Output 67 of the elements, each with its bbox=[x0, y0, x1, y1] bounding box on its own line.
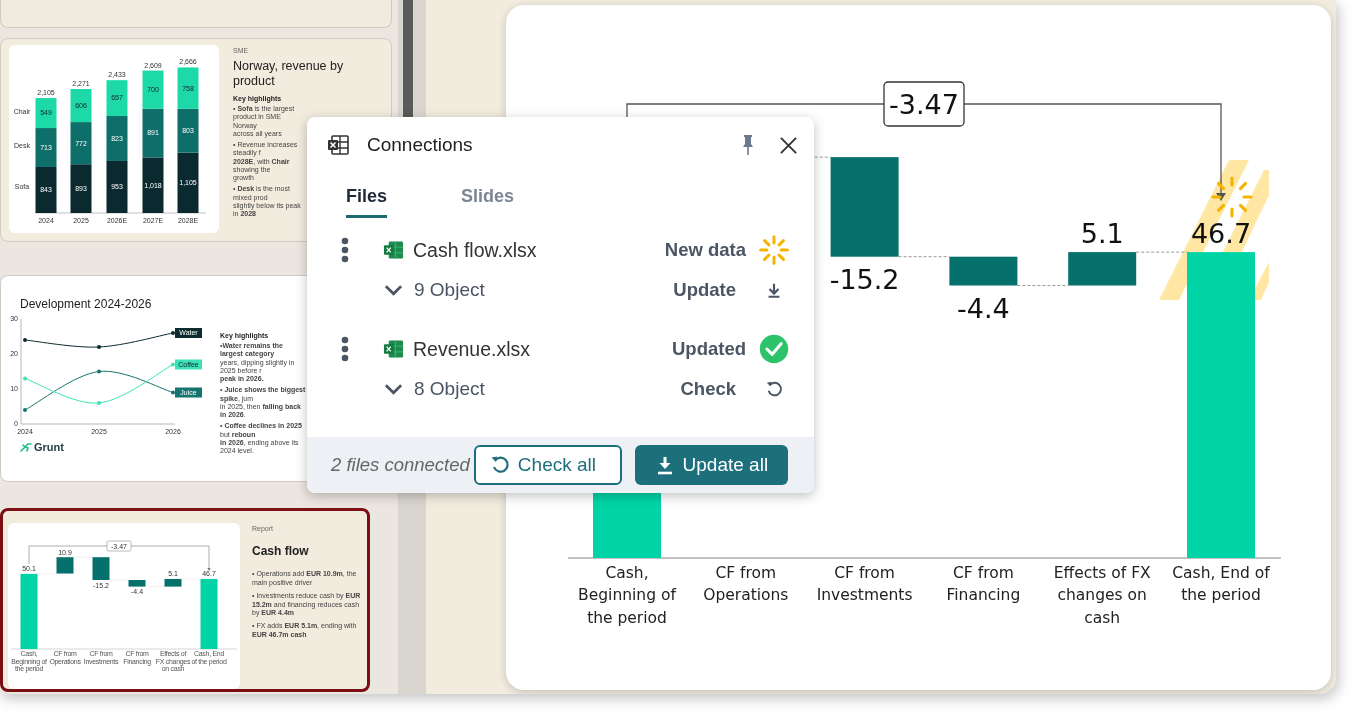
status-text: 2 files connected bbox=[331, 454, 470, 476]
spreadsheet-icon bbox=[383, 339, 404, 359]
data-point bbox=[23, 376, 27, 381]
data-point bbox=[171, 390, 175, 395]
spreadsheet-icon bbox=[383, 240, 404, 260]
data-point bbox=[171, 362, 175, 367]
chart-bar bbox=[142, 157, 164, 213]
pin-icon[interactable] bbox=[741, 134, 755, 156]
spreadsheet-icon bbox=[327, 135, 349, 155]
chart-bar bbox=[106, 116, 128, 161]
slide-thumbnail[interactable] bbox=[0, 508, 370, 692]
tab[interactable]: Slides bbox=[461, 182, 515, 218]
chart-bar bbox=[35, 128, 57, 167]
data-point bbox=[97, 345, 101, 349]
chart-bar bbox=[949, 256, 1018, 286]
chart-bar bbox=[177, 67, 199, 109]
data-label: 46.7 bbox=[1190, 218, 1252, 250]
slide-title: Norway, revenue by product bbox=[233, 59, 345, 89]
data-label: 5.1 bbox=[1080, 218, 1124, 250]
chart-bar bbox=[70, 122, 92, 165]
dialog-title: Connections bbox=[367, 134, 474, 156]
object-count: 9 Object bbox=[414, 279, 486, 301]
axis-label: Cash, Beginning of the period bbox=[577, 563, 678, 629]
data-label: -15.2 bbox=[829, 263, 900, 295]
sparkle-icon bbox=[758, 234, 790, 266]
object-count: 8 Object bbox=[414, 378, 486, 400]
data-point bbox=[97, 369, 101, 374]
axis-label: CF from Investments bbox=[815, 563, 914, 607]
chart-bar bbox=[106, 80, 128, 117]
data-point bbox=[23, 338, 27, 342]
slide-title: Development 2024-2026 bbox=[20, 297, 152, 311]
logo-text: Grunt bbox=[34, 441, 64, 453]
runner-icon bbox=[20, 442, 32, 452]
data-label: -4.4 bbox=[957, 292, 1010, 324]
data-point bbox=[97, 401, 101, 405]
axis-label: Cash, End of the period bbox=[1171, 563, 1271, 607]
file-name[interactable]: Cash flow.xlsx bbox=[413, 238, 665, 262]
axis-label: Effects of FX changes on cash bbox=[1052, 563, 1152, 629]
more-icon[interactable] bbox=[341, 237, 349, 263]
chevron-down-icon[interactable] bbox=[384, 284, 403, 296]
refresh-icon bbox=[489, 455, 510, 475]
check-circle-icon bbox=[758, 333, 790, 365]
status-label: New data bbox=[664, 239, 746, 261]
close-icon[interactable] bbox=[779, 135, 798, 155]
status-label: Updated bbox=[672, 338, 746, 360]
chart-bar bbox=[164, 578, 182, 587]
tab[interactable]: Files bbox=[346, 182, 388, 218]
slide-title: Cash flow bbox=[252, 544, 310, 559]
data-point bbox=[171, 331, 175, 335]
sparkle-icon bbox=[1211, 176, 1253, 218]
chart-bar bbox=[70, 164, 92, 213]
chart-bar bbox=[70, 89, 92, 123]
axis-label: CF from Financing bbox=[945, 563, 1022, 607]
chart-bar bbox=[128, 580, 146, 587]
refresh-icon[interactable] bbox=[765, 380, 783, 398]
file-name[interactable]: Revenue.xlsx bbox=[413, 337, 672, 361]
more-icon[interactable] bbox=[341, 336, 349, 362]
axis-label: CF from Operations bbox=[702, 563, 790, 607]
chart-bar bbox=[1068, 252, 1137, 286]
check-button[interactable]: Check all bbox=[473, 445, 622, 485]
action-link[interactable]: Check bbox=[680, 378, 736, 400]
chevron-down-icon[interactable] bbox=[384, 383, 403, 395]
annotation-label: -3.47 bbox=[883, 81, 965, 127]
update-button[interactable]: Update all bbox=[634, 445, 788, 485]
action-link[interactable]: Update bbox=[673, 279, 736, 301]
chart-bar bbox=[35, 98, 57, 129]
data-point bbox=[23, 408, 27, 412]
